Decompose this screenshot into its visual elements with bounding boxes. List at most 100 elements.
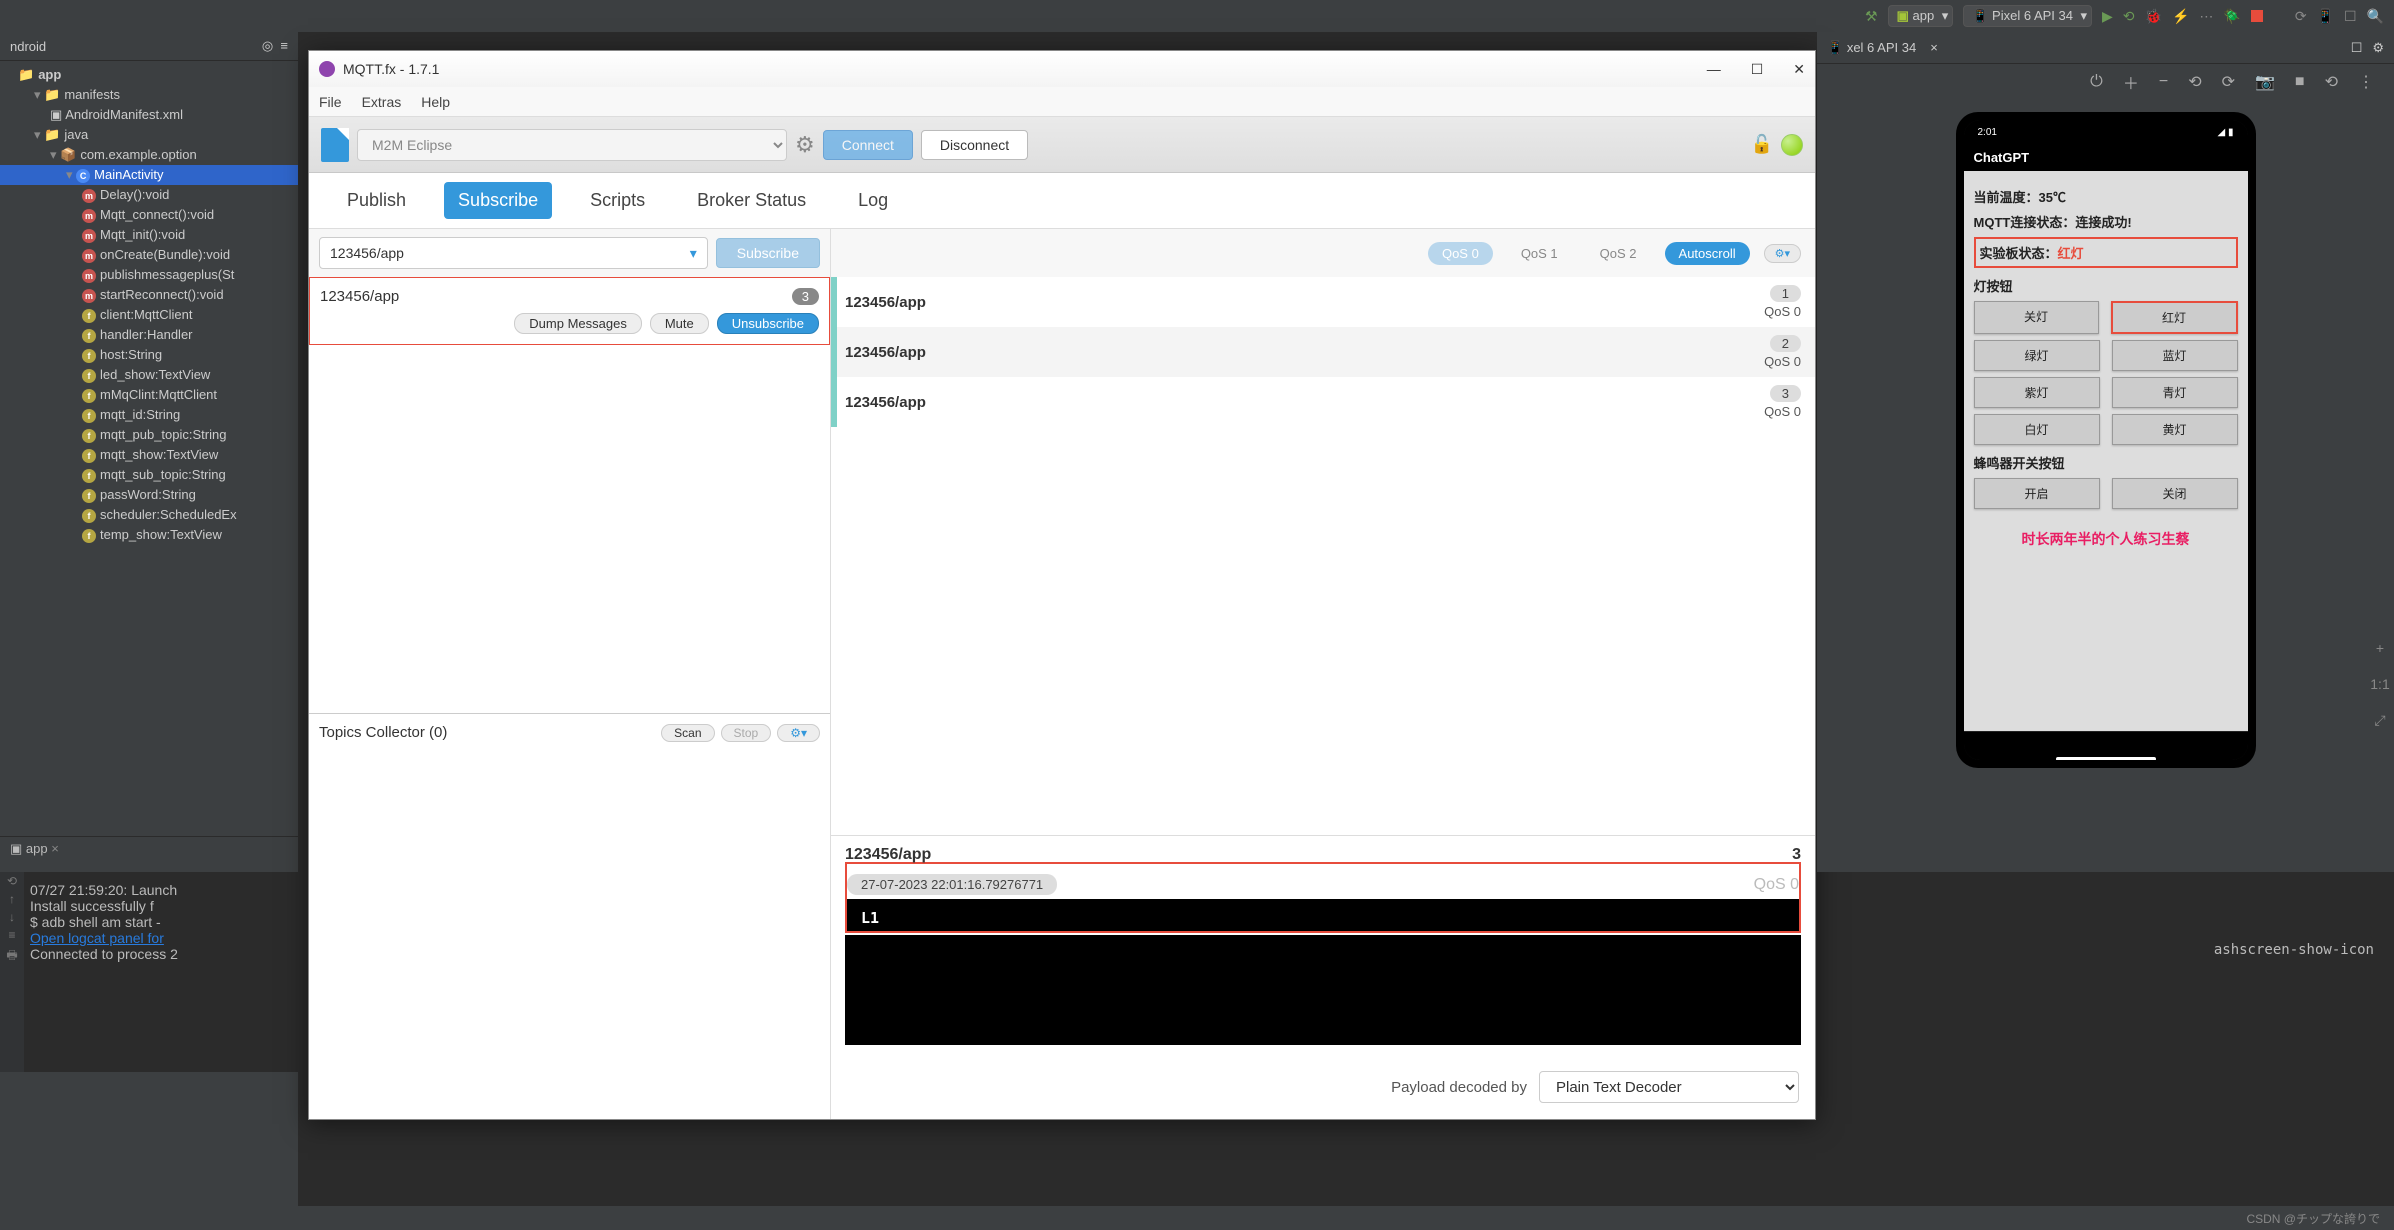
- decoder-select[interactable]: Plain Text Decoder: [1539, 1071, 1799, 1103]
- sync-icon[interactable]: ⟳: [2295, 8, 2307, 25]
- menu-help[interactable]: Help: [421, 94, 450, 110]
- rotate-left-icon[interactable]: ⟲: [2188, 72, 2201, 92]
- tree-method[interactable]: mstartReconnect():void: [0, 285, 298, 305]
- project-tree-header[interactable]: ndroid ◎ ≡: [0, 32, 298, 61]
- tab-broker-status[interactable]: Broker Status: [683, 182, 820, 219]
- payload-remainder[interactable]: [845, 935, 1801, 1045]
- menu-extras[interactable]: Extras: [362, 94, 402, 110]
- menu-file[interactable]: File: [319, 94, 342, 110]
- volume-up-icon[interactable]: ＋: [2123, 70, 2139, 94]
- print-icon[interactable]: 🖶: [0, 944, 24, 969]
- tree-method[interactable]: mMqtt_init():void: [0, 225, 298, 245]
- tree-mainactivity[interactable]: CMainActivity: [0, 165, 298, 185]
- tree-field[interactable]: ftemp_show:TextView: [0, 525, 298, 545]
- tree-method[interactable]: mDelay():void: [0, 185, 298, 205]
- buzzer-off-button[interactable]: 关闭: [2112, 478, 2238, 509]
- close-icon[interactable]: ✕: [1793, 61, 1805, 78]
- message-row[interactable]: 123456/app 3QoS 0: [831, 377, 1815, 427]
- close-icon[interactable]: ×: [51, 841, 59, 856]
- tree-method[interactable]: mpublishmessageplus(St: [0, 265, 298, 285]
- close-emulator-tab-icon[interactable]: ×: [1930, 40, 1938, 55]
- mute-button[interactable]: Mute: [650, 313, 709, 334]
- message-row[interactable]: 123456/app 2QoS 0: [831, 327, 1815, 377]
- zoom-11-icon[interactable]: 1:1: [2370, 676, 2389, 692]
- gear-icon[interactable]: ⚙: [2372, 40, 2384, 56]
- apply-changes-icon[interactable]: ⟲: [2123, 8, 2135, 25]
- tab-publish[interactable]: Publish: [333, 182, 420, 219]
- qos2-pill[interactable]: QoS 2: [1586, 242, 1651, 265]
- run-icon[interactable]: ▶: [2102, 8, 2113, 25]
- autoscroll-toggle[interactable]: Autoscroll: [1665, 242, 1750, 265]
- qos0-pill[interactable]: QoS 0: [1428, 242, 1493, 265]
- light-blue-button[interactable]: 蓝灯: [2112, 340, 2238, 371]
- zoom-in-icon[interactable]: +: [2376, 640, 2384, 656]
- tree-java[interactable]: 📁java: [0, 125, 298, 145]
- collector-menu-button[interactable]: ⚙▾: [777, 724, 820, 742]
- unsubscribe-button[interactable]: Unsubscribe: [717, 313, 819, 334]
- back-icon[interactable]: ⟲: [2325, 72, 2338, 92]
- tree-field[interactable]: fscheduler:ScheduledEx: [0, 505, 298, 525]
- scan-button[interactable]: Scan: [661, 724, 714, 742]
- tree-field[interactable]: fclient:MqttClient: [0, 305, 298, 325]
- subscribe-button[interactable]: Subscribe: [716, 238, 820, 268]
- bug-icon[interactable]: 🪲: [2223, 8, 2240, 25]
- topic-input[interactable]: 123456/app▾: [319, 237, 708, 269]
- profile-file-icon[interactable]: [321, 128, 349, 162]
- tree-manifests[interactable]: 📁manifests: [0, 85, 298, 105]
- collapse-icon[interactable]: ≡: [280, 38, 288, 53]
- tab-subscribe[interactable]: Subscribe: [444, 182, 552, 219]
- light-cyan-button[interactable]: 青灯: [2112, 377, 2238, 408]
- logcat-link[interactable]: Open logcat panel for: [30, 930, 164, 946]
- profile-icon[interactable]: ⚡: [2172, 8, 2189, 25]
- tree-field[interactable]: fhandler:Handler: [0, 325, 298, 345]
- message-row[interactable]: 123456/app 1QoS 0: [831, 277, 1815, 327]
- attach-debugger-icon[interactable]: ⋯: [2199, 8, 2213, 25]
- locate-icon[interactable]: ◎: [262, 38, 273, 53]
- tree-field[interactable]: fmqtt_pub_topic:String: [0, 425, 298, 445]
- window-mode-icon[interactable]: ☐: [2351, 40, 2363, 56]
- down-icon[interactable]: ↓: [0, 908, 24, 926]
- window-titlebar[interactable]: MQTT.fx - 1.7.1 — ☐ ✕: [309, 51, 1815, 87]
- subscribed-topic[interactable]: 123456/app 3 Dump Messages Mute Unsubscr…: [309, 277, 830, 345]
- minimize-icon[interactable]: —: [1707, 61, 1721, 78]
- hammer-icon[interactable]: ⚒: [1865, 8, 1878, 25]
- tree-field[interactable]: fhost:String: [0, 345, 298, 365]
- tree-field[interactable]: fmqtt_id:String: [0, 405, 298, 425]
- light-green-button[interactable]: 绿灯: [1974, 340, 2100, 371]
- power-icon[interactable]: ⏻: [2090, 73, 2103, 91]
- tree-method[interactable]: monCreate(Bundle):void: [0, 245, 298, 265]
- options-menu-button[interactable]: ⚙▾: [1764, 244, 1801, 263]
- avd-icon[interactable]: 📱: [2317, 8, 2334, 25]
- light-red-button[interactable]: 红灯: [2111, 301, 2238, 334]
- buzzer-on-button[interactable]: 开启: [1974, 478, 2100, 509]
- light-off-button[interactable]: 关灯: [1974, 301, 2099, 334]
- tree-field[interactable]: fled_show:TextView: [0, 365, 298, 385]
- disconnect-button[interactable]: Disconnect: [921, 130, 1028, 160]
- zoom-fit-icon[interactable]: ⤢: [2374, 712, 2385, 729]
- tree-androidmanifest[interactable]: ▣ AndroidManifest.xml: [0, 105, 298, 125]
- tree-field[interactable]: fmMqClint:MqttClient: [0, 385, 298, 405]
- rotate-right-icon[interactable]: ⟳: [2222, 72, 2235, 92]
- search-icon[interactable]: 🔍: [2367, 8, 2384, 25]
- wrap-icon[interactable]: ≡: [0, 926, 24, 944]
- restart-icon[interactable]: ⟲: [0, 872, 24, 890]
- settings-gear-icon[interactable]: ⚙: [795, 132, 815, 158]
- light-purple-button[interactable]: 紫灯: [1974, 377, 2100, 408]
- stop-button[interactable]: Stop: [721, 724, 772, 742]
- dump-messages-button[interactable]: Dump Messages: [514, 313, 642, 334]
- phone-navbar[interactable]: [1964, 731, 2248, 760]
- up-icon[interactable]: ↑: [0, 890, 24, 908]
- tree-field[interactable]: fmqtt_show:TextView: [0, 445, 298, 465]
- connect-button[interactable]: Connect: [823, 130, 913, 160]
- tree-root-app[interactable]: 📁app: [0, 65, 298, 85]
- profile-select[interactable]: M2M Eclipse: [357, 129, 787, 161]
- light-white-button[interactable]: 白灯: [1974, 414, 2100, 445]
- tree-method[interactable]: mMqtt_connect():void: [0, 205, 298, 225]
- tree-field[interactable]: fmqtt_sub_topic:String: [0, 465, 298, 485]
- payload-content[interactable]: L1: [847, 899, 1799, 931]
- emulator-tab[interactable]: 📱 xel 6 API 34: [1827, 40, 1916, 56]
- sdk-icon[interactable]: ☐: [2344, 8, 2357, 25]
- volume-down-icon[interactable]: −: [2159, 73, 2168, 91]
- qos1-pill[interactable]: QoS 1: [1507, 242, 1572, 265]
- tab-app[interactable]: app: [26, 841, 48, 856]
